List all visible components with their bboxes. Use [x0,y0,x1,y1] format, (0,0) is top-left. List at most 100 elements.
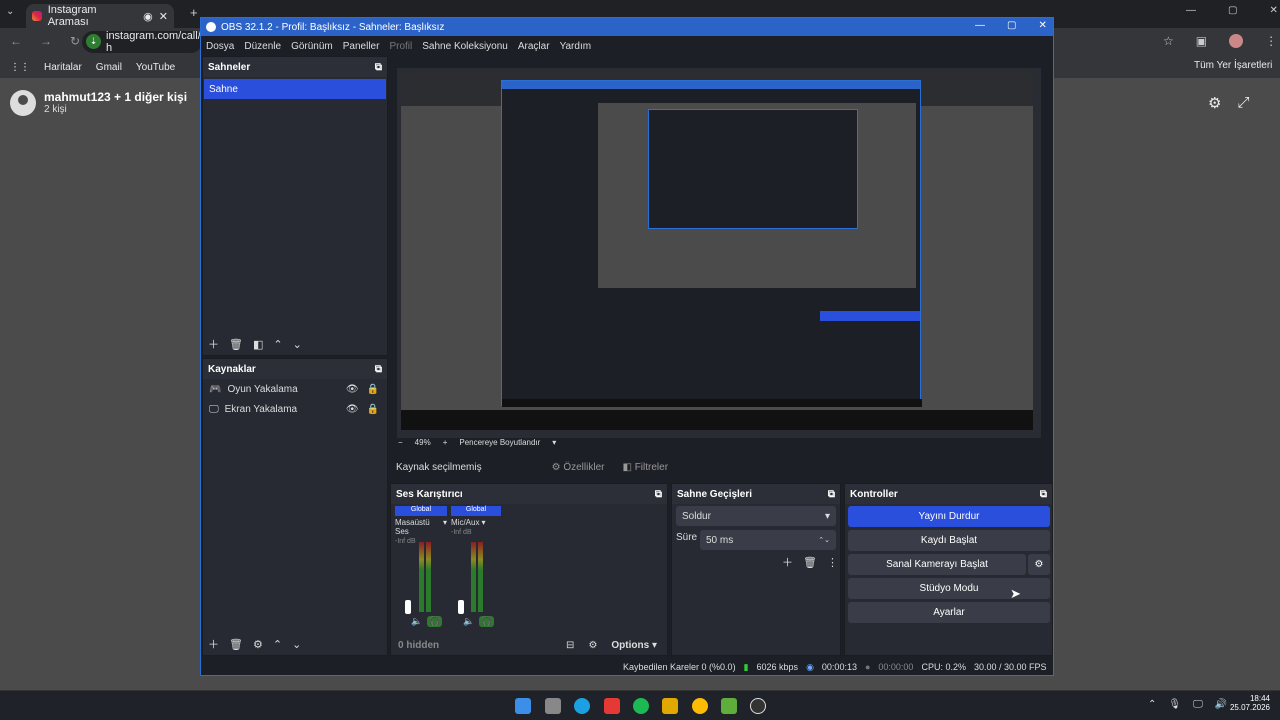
network-icon[interactable]: 🖵 [1193,699,1203,710]
extensions-icon[interactable]: ▣ [1196,34,1207,48]
mute-icon[interactable]: 🔈 [411,616,422,627]
obs-minimize-icon[interactable]: — [975,20,985,31]
file-explorer-icon[interactable] [545,698,561,714]
spotify-icon[interactable] [633,698,649,714]
volume-slider[interactable] [458,600,464,614]
obs-icon[interactable] [750,698,766,714]
start-recording-button[interactable]: Kaydı Başlat [848,530,1050,551]
chrome-icon[interactable] [692,698,708,714]
expand-icon[interactable]: ⤢ [1237,94,1249,112]
undock-icon[interactable]: ⧉ [375,364,382,375]
tab-close-icon[interactable]: ✕ [159,10,168,23]
menu-scene-collection[interactable]: Sahne Koleksiyonu [422,41,508,52]
app-icon[interactable] [662,698,678,714]
tray-chevron-icon[interactable]: ⌃ [1148,699,1156,710]
virtual-camera-settings-icon[interactable]: ⚙ [1028,554,1050,575]
hidden-count[interactable]: 0 hidden [398,640,439,651]
remove-transition-icon[interactable]: 🗑 [803,556,817,569]
menu-tools[interactable]: Araçlar [518,41,550,52]
maximize-icon[interactable]: ▢ [1228,5,1237,16]
properties-button[interactable]: ⚙ Özellikler [552,462,605,473]
new-tab-icon[interactable]: + [190,5,198,20]
obs-maximize-icon[interactable]: ▢ [1007,20,1016,31]
remove-scene-icon[interactable]: 🗑 [229,338,243,351]
eye-icon[interactable]: 👁 [346,384,359,395]
bookmark-youtube[interactable]: YouTube [136,62,175,73]
zoom-in-icon[interactable]: + [443,438,448,447]
channel-name-dropdown[interactable]: Mic/Aux ▾ [451,518,501,527]
monitor-headphones-icon[interactable]: 🎧 [479,616,495,627]
preview-canvas[interactable] [397,68,1041,438]
back-icon[interactable]: ← [10,34,22,48]
volume-icon[interactable]: 🔊 [1215,699,1227,710]
clock[interactable]: 18:44 25.07.2026 [1228,694,1270,712]
reload-icon[interactable]: ↻ [70,34,80,48]
forward-icon[interactable]: → [40,34,52,48]
scene-item[interactable]: Sahne [204,79,386,99]
volume-slider[interactable] [405,600,411,614]
move-down-icon[interactable]: ⌄ [292,638,301,651]
close-icon[interactable]: ✕ [1269,5,1277,16]
mixer-layout-icon[interactable]: ⊟ [566,640,574,651]
channel-name-dropdown[interactable]: Masaüstü Ses ▾ [395,518,447,536]
add-source-icon[interactable]: ＋ [208,636,219,652]
zoom-out-icon[interactable]: − [398,438,403,447]
add-scene-icon[interactable]: ＋ [208,336,219,352]
move-up-icon[interactable]: ⌃ [273,338,282,351]
move-up-icon[interactable]: ⌃ [273,638,282,651]
bookmark-maps[interactable]: Haritalar [44,62,82,73]
browser-tab[interactable]: Instagram Araması ◉ ✕ [26,4,174,28]
eye-icon[interactable]: 👁 [346,404,359,415]
stop-streaming-button[interactable]: Yayını Durdur [848,506,1050,527]
undock-icon[interactable]: ⧉ [1040,489,1047,500]
site-info-icon[interactable]: ⇣ [86,34,101,49]
source-item[interactable]: 🎮 Oyun Yakalama 👁 🔒 [203,379,387,399]
add-transition-icon[interactable]: ＋ [782,554,793,570]
remove-source-icon[interactable]: 🗑 [229,638,243,651]
settings-button[interactable]: Ayarlar [848,602,1050,623]
menu-file[interactable]: Dosya [206,41,234,52]
options-button[interactable]: Options ▾ [611,640,657,651]
all-bookmarks[interactable]: Tüm Yer İşaretleri [1194,60,1272,71]
transition-select[interactable]: Soldur ▾ [676,506,836,526]
zoom-dropdown-icon[interactable]: ▾ [552,438,556,447]
tab-search-icon[interactable]: ⌄ [6,6,14,17]
start-virtual-camera-button[interactable]: Sanal Kamerayı Başlat [848,554,1026,575]
mic-icon[interactable]: 🎙 [1168,699,1181,710]
menu-help[interactable]: Yardım [560,41,592,52]
minecraft-icon[interactable] [721,698,737,714]
move-down-icon[interactable]: ⌄ [293,338,302,351]
menu-view[interactable]: Görünüm [291,41,333,52]
lock-icon[interactable]: 🔒 [367,384,379,395]
duration-input[interactable]: 50 ms ⌃⌄ [700,530,836,550]
source-item[interactable]: 🖵 Ekran Yakalama 👁 🔒 [203,399,387,419]
menu-edit[interactable]: Düzenle [244,41,281,52]
fit-to-window[interactable]: Pencereye Boyutlandır [459,438,540,447]
undock-icon[interactable]: ⧉ [655,489,662,500]
spinner-icon[interactable]: ⌃⌄ [818,536,830,544]
profile-avatar[interactable] [1229,34,1244,48]
app-icon[interactable] [604,698,620,714]
edge-icon[interactable] [574,698,590,714]
lock-icon[interactable]: 🔒 [367,404,379,415]
scene-filters-icon[interactable]: ◧ [253,338,263,351]
menu-profile[interactable]: Profil [389,41,412,52]
apps-icon[interactable]: ⋮⋮ [10,62,30,73]
undock-icon[interactable]: ⧉ [375,62,382,73]
bookmark-gmail[interactable]: Gmail [96,62,122,73]
source-settings-icon[interactable]: ⚙ [253,638,263,651]
menu-icon[interactable]: ⋮ [1265,34,1277,48]
mute-icon[interactable]: 🔈 [463,616,474,627]
bookmark-star-icon[interactable]: ☆ [1163,34,1174,48]
minimize-icon[interactable]: — [1186,5,1196,16]
menu-docks[interactable]: Paneller [343,41,380,52]
address-bar[interactable]: ⇣ instagram.com/call/?h [82,30,207,54]
settings-icon[interactable]: ⚙ [1208,94,1221,112]
obs-close-icon[interactable]: ✕ [1038,20,1046,31]
start-icon[interactable] [515,698,531,714]
monitor-headphones-icon[interactable]: 🎧 [427,616,443,627]
advanced-audio-icon[interactable]: ⚙ [588,640,597,651]
transition-menu-icon[interactable]: ⋮ [827,556,838,569]
filters-button[interactable]: ◧ Filtreler [622,462,668,473]
undock-icon[interactable]: ⧉ [828,489,835,500]
